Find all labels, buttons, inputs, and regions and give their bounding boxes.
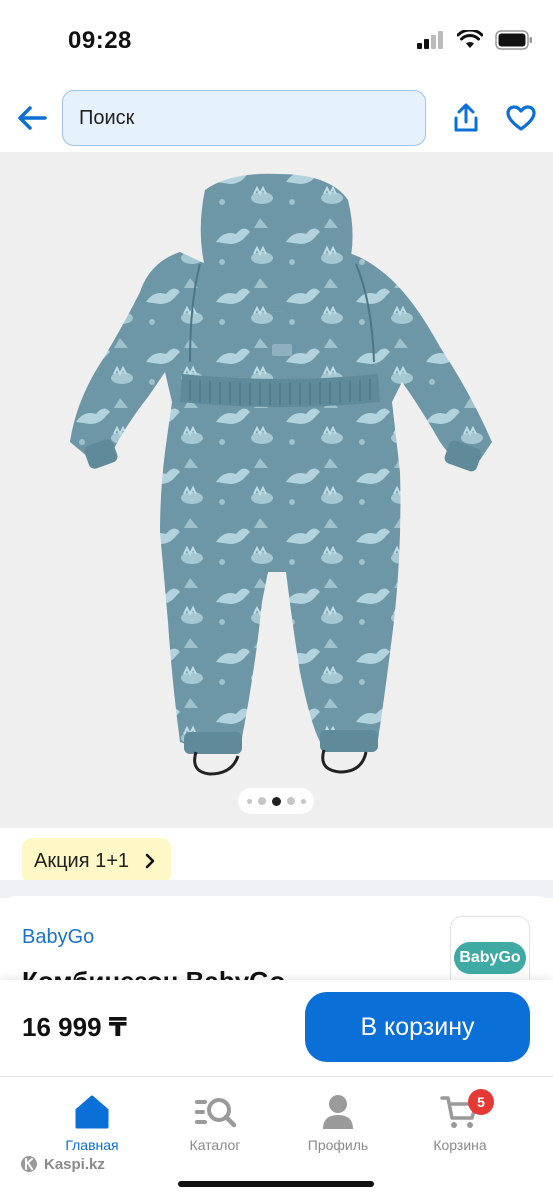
back-button[interactable] [12,98,52,138]
pager-dot-active [271,796,281,806]
tab-cart[interactable]: 5 Корзина [405,1089,515,1153]
profile-icon [323,1095,353,1129]
tab-catalog-label: Каталог [189,1137,241,1153]
gallery-pagination [238,788,314,814]
product-photo [70,173,492,776]
share-icon [454,103,478,132]
brand-logo: BabyGo [454,942,526,974]
battery-icon [495,30,532,50]
favorite-button[interactable] [500,98,542,138]
kaspi-logo-icon [21,1156,37,1172]
cart-count-badge: 5 [468,1089,494,1115]
arrow-left-icon [18,106,47,130]
pager-dot [300,798,306,804]
tab-home[interactable]: Главная [37,1093,147,1153]
cellular-signal-icon [417,31,443,49]
bottom-tab-bar: Главная Каталог Профиль 5 Корзина Kaspi.… [0,1076,553,1200]
pager-dot [246,798,252,804]
tab-profile-label: Профиль [307,1137,369,1153]
home-indicator [178,1181,374,1187]
catalog-search-icon [195,1098,237,1128]
share-button[interactable] [446,98,486,138]
promo-label: Акция 1+1 [34,849,130,872]
tab-profile[interactable]: Профиль [283,1093,393,1153]
pager-dot [257,797,266,805]
search-input[interactable]: Поиск [62,90,426,146]
product-price: 16 999 ₸ [22,1012,127,1042]
home-icon [75,1095,109,1129]
tab-home-label: Главная [65,1137,119,1153]
purchase-bar: 16 999 ₸ В корзину [0,980,553,1076]
status-icons [417,30,533,50]
promo-chip[interactable]: Акция 1+1 [22,838,172,884]
pager-dot [286,797,295,805]
add-to-cart-button[interactable]: В корзину [305,992,530,1062]
tab-catalog[interactable]: Каталог [160,1093,270,1153]
heart-icon [506,105,536,131]
product-image-gallery[interactable] [0,152,553,828]
site-domain: Kaspi.kz [20,1155,105,1173]
status-time: 09:28 [68,27,132,54]
wifi-icon [457,30,483,48]
brand-link[interactable]: BabyGo [22,926,94,949]
site-domain-label: Kaspi.kz [44,1155,105,1173]
status-bar: 09:28 [0,0,553,80]
top-navigation: Поиск [0,80,553,152]
tab-cart-label: Корзина [433,1137,487,1153]
chevron-right-icon [145,853,155,869]
